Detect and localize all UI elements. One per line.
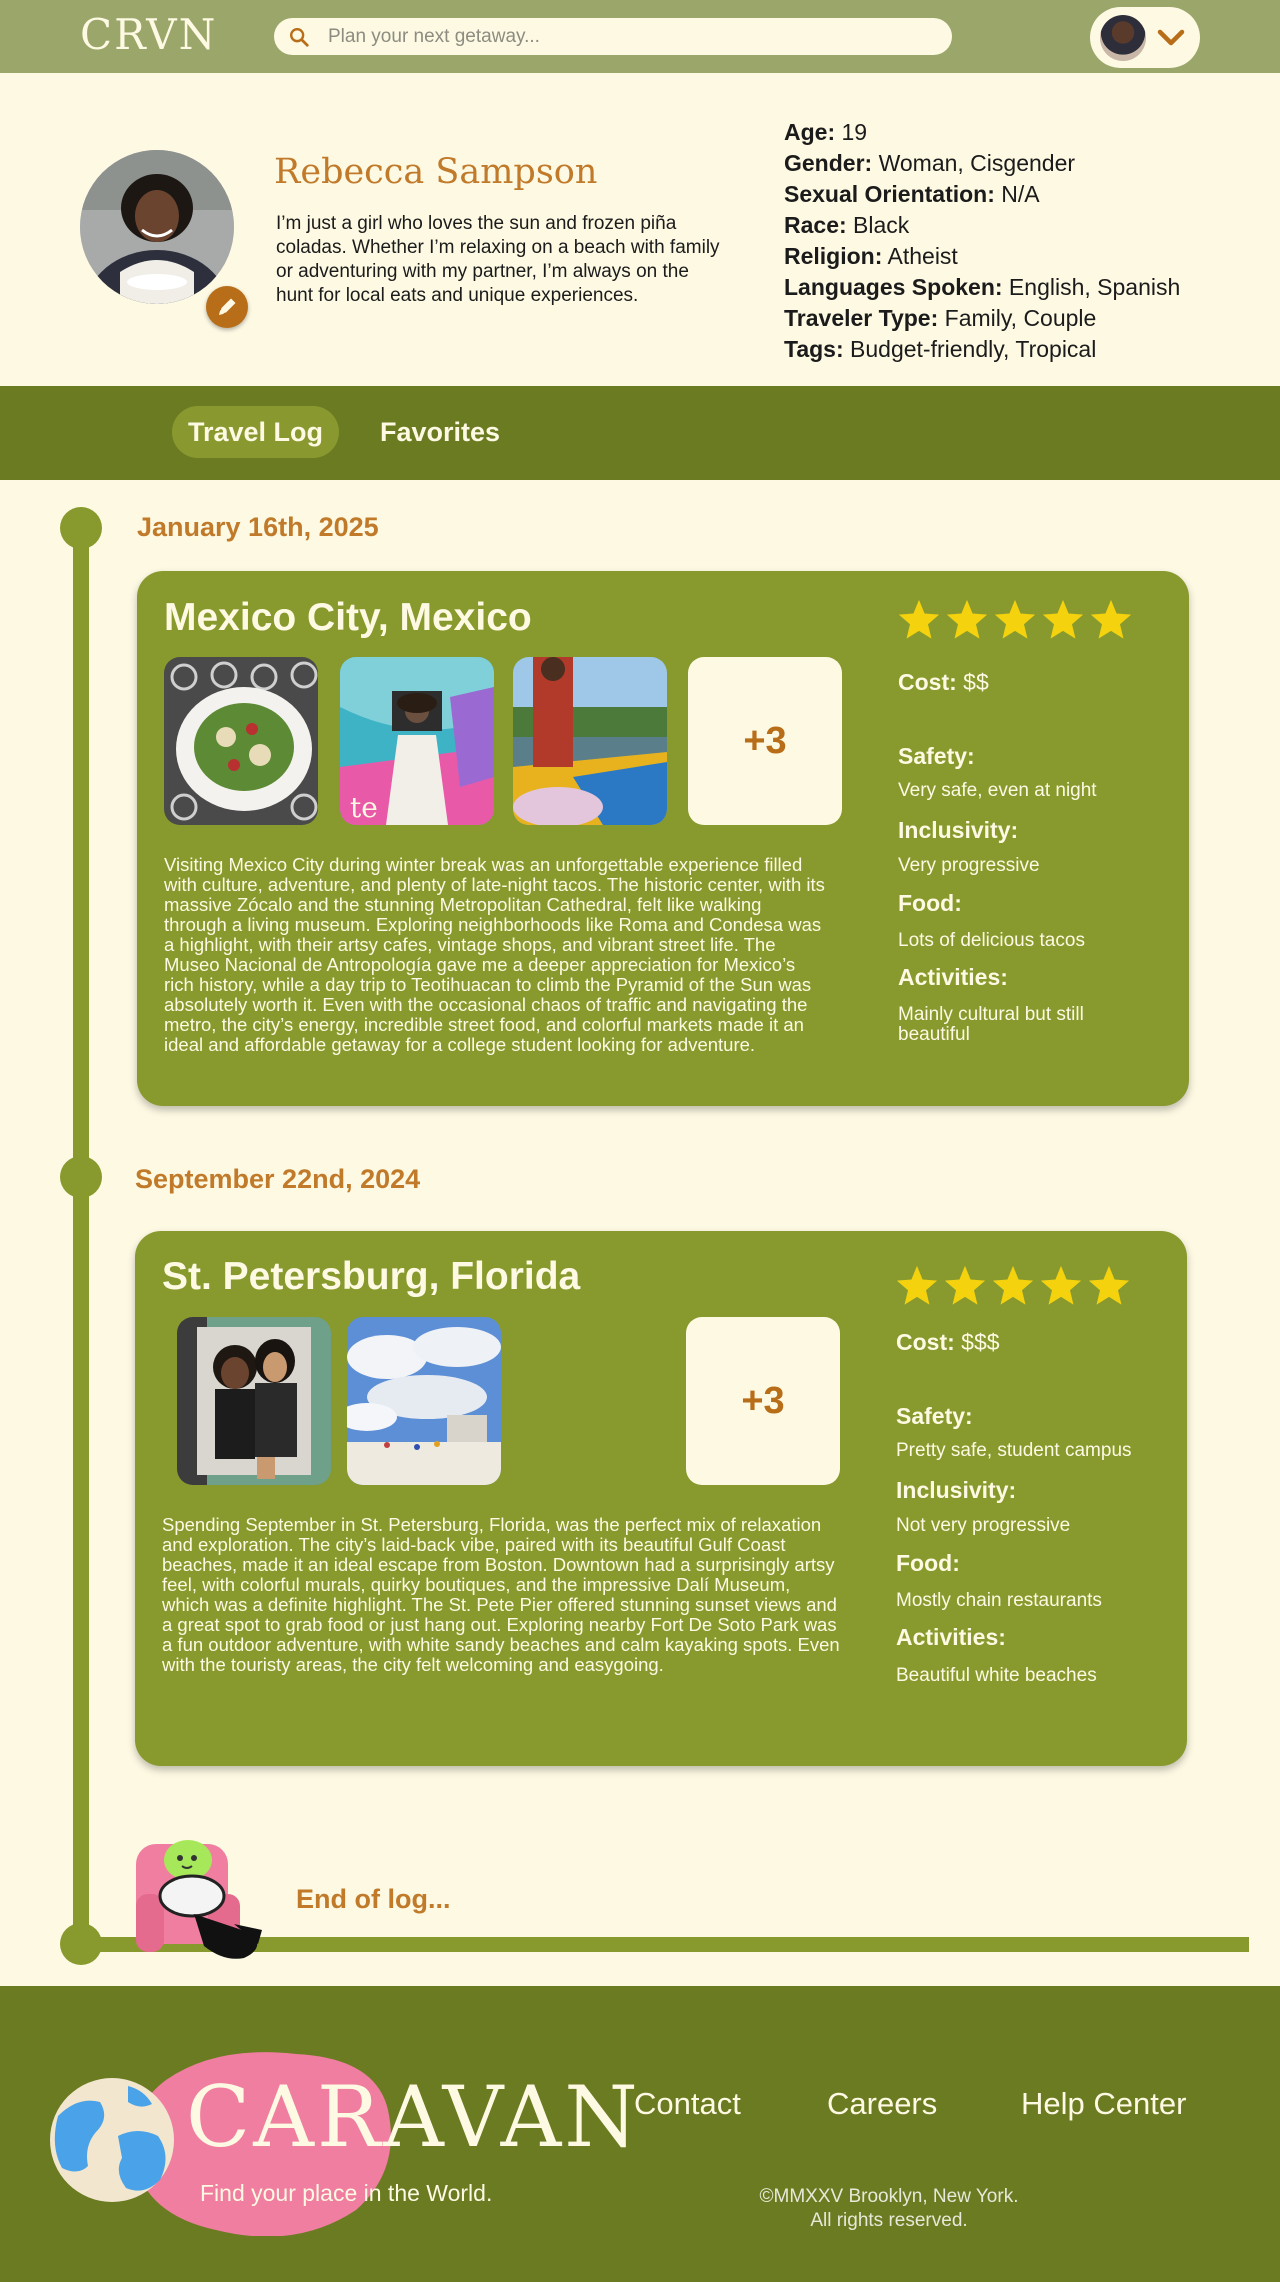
cost-label: Cost: $$ xyxy=(898,669,989,695)
avatar xyxy=(1100,15,1146,61)
footer-link-help-center[interactable]: Help Center xyxy=(1021,2086,1186,2122)
fact-languages: Languages Spoken: English, Spanish xyxy=(784,274,1181,300)
svg-text:te: te xyxy=(350,791,378,824)
star-icon xyxy=(944,1265,986,1305)
footer-tagline: Find your place in the World. xyxy=(200,2180,493,2206)
food-value: Lots of delicious tacos xyxy=(898,930,1085,951)
inclusivity-label: Inclusivity: xyxy=(896,1477,1017,1503)
more-photos-button[interactable]: +3 xyxy=(686,1317,840,1485)
activities-label: Activities: xyxy=(896,1624,1006,1650)
edit-profile-photo-button[interactable] xyxy=(206,286,248,328)
armchair-mascot-illustration xyxy=(136,1840,262,1959)
globe-icon xyxy=(50,2078,174,2202)
star-icon xyxy=(1040,1265,1082,1305)
fact-sexual-orientation: Sexual Orientation: N/A xyxy=(784,181,1040,207)
site-logo[interactable]: CRVN xyxy=(80,10,217,59)
activities-label: Activities: xyxy=(898,964,1008,990)
star-icon xyxy=(992,1265,1034,1305)
food-value: Mostly chain restaurants xyxy=(896,1590,1102,1611)
fact-traveler-type: Traveler Type: Family, Couple xyxy=(784,305,1097,331)
profile-name: Rebecca Sampson xyxy=(274,152,598,192)
timeline-rail xyxy=(73,528,89,1944)
entry-description: Visiting Mexico City during winter break… xyxy=(164,854,825,1055)
food-label: Food: xyxy=(898,890,962,916)
entry-date: January 16th, 2025 xyxy=(137,512,379,542)
entry-description: Spending September in St. Petersburg, Fl… xyxy=(162,1514,840,1675)
cost-label: Cost: $$$ xyxy=(896,1329,1000,1355)
entry-photo-food[interactable] xyxy=(164,657,318,825)
entry-photo-mural[interactable]: te xyxy=(340,657,494,825)
search-input[interactable] xyxy=(328,18,928,55)
activities-value: Mainly cultural but still beautiful xyxy=(898,1004,1084,1045)
fact-tags: Tags: Budget-friendly, Tropical xyxy=(784,336,1097,362)
rating-stars xyxy=(894,1263,1134,1307)
star-icon xyxy=(898,599,940,639)
entry-photo-beach[interactable] xyxy=(347,1317,501,1485)
profile-facts: Age: 19 Gender: Woman, Cisgender Sexual … xyxy=(784,117,1244,365)
search-bar[interactable] xyxy=(274,18,952,55)
entry-title: St. Petersburg, Florida xyxy=(162,1255,581,1298)
fact-age: Age: 19 xyxy=(784,119,868,145)
profile-tabs: Travel Log Favorites xyxy=(0,386,1280,480)
fact-gender: Gender: Woman, Cisgender xyxy=(784,150,1076,176)
search-icon xyxy=(290,28,309,47)
timeline-dot xyxy=(60,1923,102,1965)
footer-link-careers[interactable]: Careers xyxy=(827,2086,937,2122)
timeline-dot xyxy=(60,1156,102,1198)
safety-value: Very safe, even at night xyxy=(898,780,1097,801)
profile-photo xyxy=(80,150,234,304)
cost-value: $$$ xyxy=(961,1329,1000,1355)
star-icon xyxy=(946,599,988,639)
star-icon xyxy=(1042,599,1084,639)
inclusivity-label: Inclusivity: xyxy=(898,817,1019,843)
entry-photo-boat[interactable] xyxy=(513,657,667,825)
tab-favorites[interactable]: Favorites xyxy=(364,406,516,458)
inclusivity-value: Not very progressive xyxy=(896,1515,1071,1536)
end-of-log-text: End of log... xyxy=(296,1884,451,1914)
rating-stars xyxy=(896,597,1136,641)
tab-travel-log[interactable]: Travel Log xyxy=(172,406,340,458)
entry-date: September 22nd, 2024 xyxy=(135,1164,421,1194)
footer-link-contact[interactable]: Contact xyxy=(634,2086,741,2122)
footer-logo[interactable]: CARAVAN xyxy=(186,2068,641,2166)
chevron-down-icon xyxy=(1157,29,1185,46)
timeline-dot xyxy=(60,507,102,549)
pencil-icon xyxy=(219,298,236,315)
copyright-line: All rights reserved. xyxy=(810,2210,968,2231)
activities-value: Beautiful white beaches xyxy=(896,1665,1097,1686)
entry-title: Mexico City, Mexico xyxy=(164,596,532,639)
profile-bio: I’m just a girl who loves the sun and fr… xyxy=(276,213,720,306)
safety-label: Safety: xyxy=(896,1403,973,1429)
cost-value: $$ xyxy=(963,669,989,695)
star-icon xyxy=(896,1265,938,1305)
more-photos-button[interactable]: +3 xyxy=(688,657,842,825)
account-menu-button[interactable] xyxy=(1090,7,1200,68)
copyright-line: ©MMXXV Brooklyn, New York. xyxy=(759,2186,1019,2207)
safety-label: Safety: xyxy=(898,743,975,769)
food-label: Food: xyxy=(896,1550,960,1576)
entry-photo-selfie[interactable] xyxy=(177,1317,331,1485)
fact-religion: Religion: Atheist xyxy=(784,243,958,269)
star-icon xyxy=(1090,599,1132,639)
inclusivity-value: Very progressive xyxy=(898,855,1040,876)
star-icon xyxy=(1088,1265,1130,1305)
fact-race: Race: Black xyxy=(784,212,910,238)
top-navbar: CRVN xyxy=(0,0,1280,73)
star-icon xyxy=(994,599,1036,639)
safety-value: Pretty safe, student campus xyxy=(896,1440,1132,1461)
copyright: ©MMXXV Brooklyn, New York. All rights re… xyxy=(736,2185,1042,2233)
